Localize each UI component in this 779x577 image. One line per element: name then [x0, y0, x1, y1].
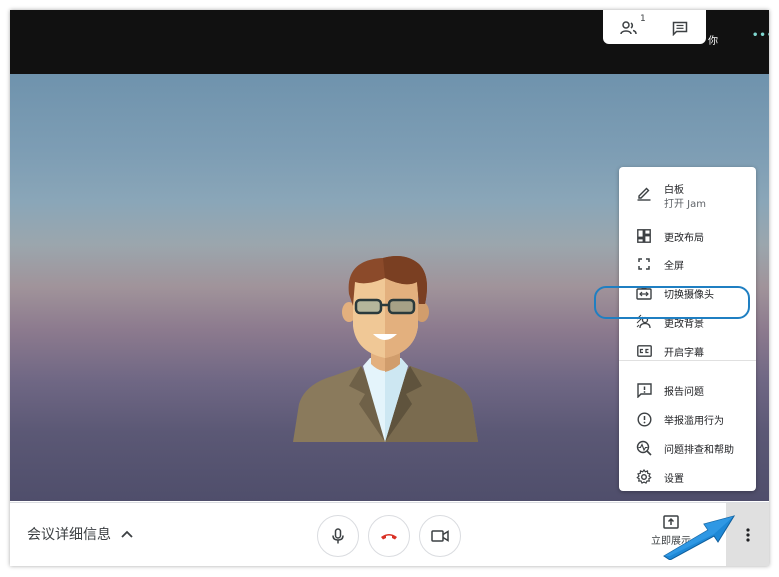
abuse-icon — [636, 411, 652, 427]
mic-icon — [332, 528, 344, 544]
menu-item-label: 开启字幕 — [664, 347, 704, 359]
self-tile-label: 你 — [708, 36, 718, 47]
menu-item-fullscreen[interactable]: 全屏 — [619, 250, 756, 278]
captions-icon — [636, 343, 652, 359]
menu-item-settings[interactable]: 设置 — [619, 463, 756, 491]
menu-item-label: 问题排查和帮助 — [664, 444, 734, 456]
top-bar: 1 你 ••• — [10, 10, 769, 74]
people-button[interactable]: 1 — [615, 14, 646, 38]
menu-item-label: 全屏 — [664, 260, 684, 272]
self-tile-more-dots[interactable]: ••• — [752, 30, 769, 41]
hang-up-icon — [381, 534, 397, 540]
pointer-arrow-icon — [663, 515, 736, 560]
troubleshoot-icon — [636, 440, 652, 456]
hang-up-button[interactable] — [368, 515, 410, 557]
chat-icon — [672, 21, 688, 36]
top-icon-panel: 1 — [603, 10, 706, 44]
fullscreen-icon — [636, 256, 652, 272]
menu-item-whiteboard[interactable]: 白板 打开 Jam — [619, 179, 756, 213]
highlight-box — [594, 286, 750, 319]
more-options-menu: 白板 打开 Jam 更改布局 全屏 切换摄像头 更改背景 开启字幕 报告问题 举… — [619, 167, 756, 491]
menu-item-troubleshoot[interactable]: 问题排查和帮助 — [619, 434, 756, 462]
mic-button[interactable] — [317, 515, 359, 557]
meeting-details-label: 会议详细信息 — [27, 527, 111, 543]
menu-divider — [619, 360, 756, 361]
menu-item-label: 白板 — [664, 185, 684, 196]
more-vert-icon — [745, 528, 750, 542]
people-icon — [620, 21, 637, 35]
layout-icon — [636, 228, 652, 244]
menu-item-label: 设置 — [664, 473, 684, 485]
chat-button[interactable] — [666, 18, 694, 38]
meeting-details-button[interactable]: 会议详细信息 — [27, 524, 133, 544]
menu-item-label: 举报滥用行为 — [664, 415, 724, 427]
report-icon — [636, 382, 652, 398]
menu-item-change-layout[interactable]: 更改布局 — [619, 222, 756, 250]
chevron-up-icon — [121, 530, 133, 538]
menu-item-sublabel: 打开 Jam — [664, 199, 706, 210]
bottom-bar: 会议详细信息 立即展示 — [10, 502, 769, 566]
menu-item-label: 更改布局 — [664, 232, 704, 244]
menu-item-report-abuse[interactable]: 举报滥用行为 — [619, 405, 756, 433]
participants-count: 1 — [640, 14, 646, 24]
menu-item-label: 报告问题 — [664, 386, 704, 398]
video-camera-icon — [431, 530, 449, 542]
menu-item-report-problem[interactable]: 报告问题 — [619, 376, 756, 404]
pen-icon — [636, 185, 652, 201]
participant-avatar — [293, 256, 478, 442]
camera-button[interactable] — [419, 515, 461, 557]
settings-icon — [636, 469, 652, 485]
